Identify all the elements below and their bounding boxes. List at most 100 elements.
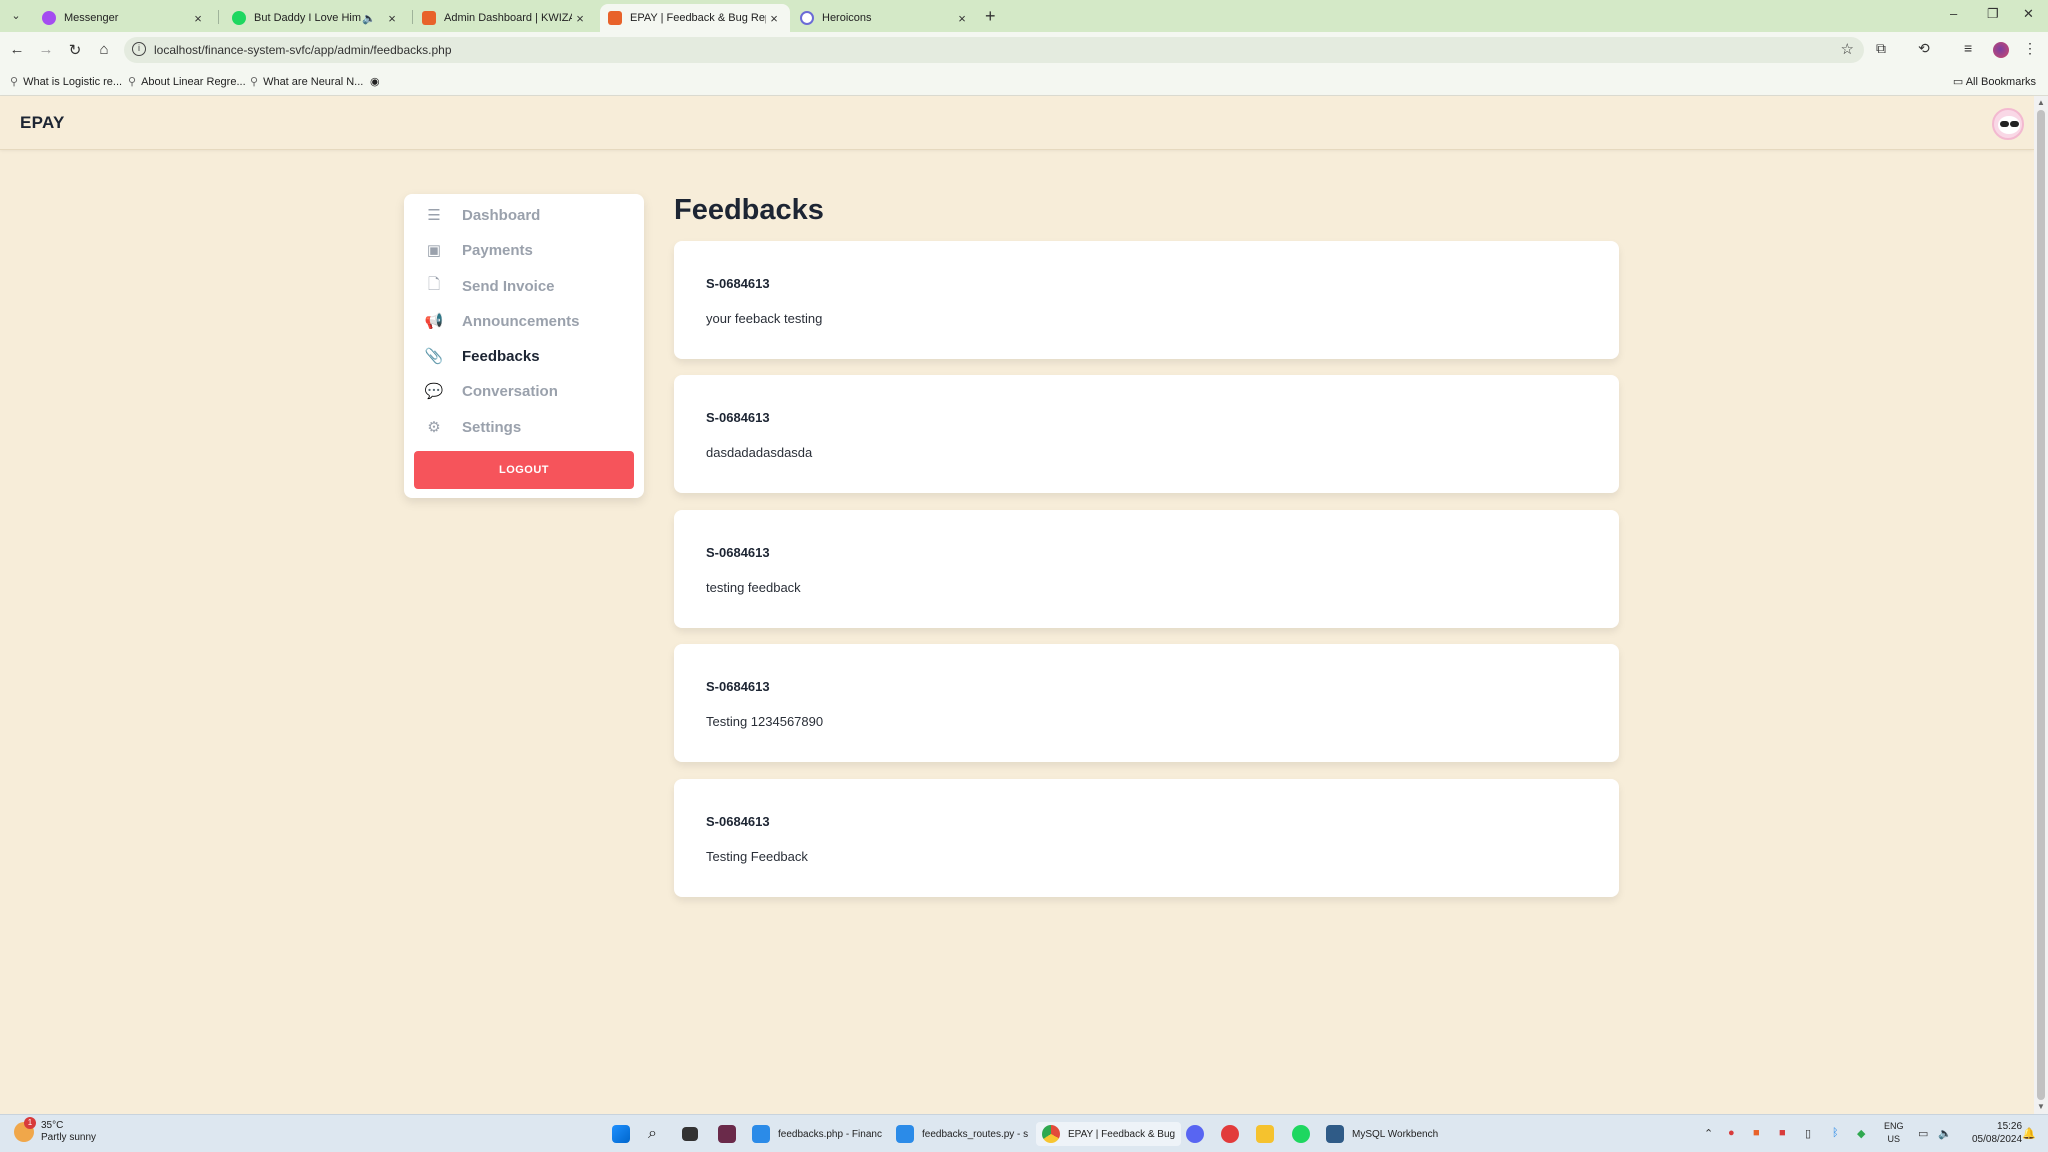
forward-icon[interactable]: →: [37, 41, 55, 58]
logout-button[interactable]: LOGOUT: [414, 451, 634, 489]
extensions-icon[interactable]: ⧉: [1876, 40, 1886, 57]
task-view-button[interactable]: [682, 1122, 706, 1146]
feedback-card: S-0684613 dasdadadasdasda: [674, 375, 1619, 493]
volume-icon[interactable]: 🔈: [1938, 1127, 1952, 1140]
vscode-icon: [752, 1125, 770, 1143]
sidebar-item-feedbacks[interactable]: 📎 Feedbacks: [404, 341, 644, 371]
scrollbar-thumb[interactable]: [2037, 110, 2045, 1100]
taskbar-app-label: feedbacks_routes.py - s: [922, 1128, 1029, 1140]
folder-icon: [1256, 1125, 1274, 1143]
bookmark-item[interactable]: ⚲ What are Neural N...: [250, 75, 363, 89]
more-menu-icon[interactable]: ⋮: [2023, 40, 2037, 57]
taskbar-app-chrome[interactable]: EPAY | Feedback & Bug: [1036, 1122, 1182, 1146]
taskbar-app-mysql[interactable]: MySQL Workbench: [1326, 1122, 1438, 1146]
all-bookmarks-label: All Bookmarks: [1965, 76, 2036, 88]
sidebar-item-announcements[interactable]: 📢 Announcements: [404, 306, 644, 336]
sidebar-item-label: Settings: [462, 418, 522, 436]
browser-tab[interactable]: Admin Dashboard | KWIZANIA ×: [414, 4, 596, 32]
feedback-message: your feeback testing: [706, 311, 823, 326]
system-clock[interactable]: 15:26 05/08/2024: [1972, 1120, 2022, 1146]
history-icon[interactable]: ⟲: [1918, 40, 1930, 57]
user-avatar[interactable]: [1992, 108, 2024, 140]
clock-date: 05/08/2024: [1972, 1134, 2023, 1145]
scroll-down-icon[interactable]: ▼: [2037, 1102, 2045, 1111]
sidebar-item-label: Dashboard: [462, 206, 541, 224]
tab-title: But Daddy I Love Him • Ta: [254, 12, 362, 24]
reload-icon[interactable]: ↻: [66, 41, 84, 59]
all-bookmarks[interactable]: ▭ All Bookmarks: [1953, 75, 2036, 88]
tab-search-icon[interactable]: ⌄: [8, 8, 24, 24]
taskbar-app-vscode[interactable]: feedbacks.php - Financ: [752, 1122, 882, 1146]
feedback-card: S-0684613 Testing 1234567890: [674, 644, 1619, 762]
browser-tab[interactable]: Messenger ×: [34, 4, 214, 32]
taskbar-app-explorer[interactable]: [1256, 1122, 1282, 1146]
restore-icon[interactable]: ❐: [1987, 6, 1999, 22]
os-taskbar: 1 35°C Partly sunny ⌕ feedbacks.php - Fi…: [0, 1114, 2048, 1152]
web-page: EPAY ☰ Dashboard ▣ Payments 🗋 Send Invoi…: [0, 96, 2034, 1114]
page-scrollbar[interactable]: ▲ ▼: [2034, 96, 2048, 1114]
taskbar-app-discord[interactable]: [1186, 1122, 1212, 1146]
browser-tab[interactable]: Heroicons ×: [792, 4, 978, 32]
taskbar-app-recorder[interactable]: [1221, 1122, 1247, 1146]
tab-title: EPAY | Feedback & Bug Report: [630, 12, 766, 24]
taskbar-app-vim[interactable]: [718, 1122, 744, 1146]
scroll-up-icon[interactable]: ▲: [2037, 98, 2045, 107]
heroicons-icon: [800, 11, 814, 25]
tray-pdf-icon[interactable]: ■: [1779, 1127, 1786, 1139]
taskbar-app-vscode[interactable]: feedbacks_routes.py - s: [896, 1122, 1028, 1146]
notification-badge: 1: [24, 1117, 36, 1129]
speaker-icon[interactable]: 🔈: [362, 12, 376, 25]
url-text[interactable]: localhost/finance-system-svfc/app/admin/…: [154, 43, 452, 57]
home-icon[interactable]: ⌂: [95, 41, 113, 58]
sidebar-item-dashboard[interactable]: ☰ Dashboard: [404, 200, 644, 230]
tray-usb-icon[interactable]: ▯: [1805, 1127, 1811, 1140]
tray-security-icon[interactable]: ◆: [1857, 1127, 1865, 1140]
browser-tab[interactable]: But Daddy I Love Him • Ta 🔈 ×: [224, 4, 408, 32]
taskbar-app-label: MySQL Workbench: [1352, 1128, 1439, 1140]
brand-logo[interactable]: EPAY: [20, 113, 65, 133]
bookmark-item[interactable]: ⚲ What is Logistic re...: [10, 75, 122, 89]
spotify-icon: [1292, 1125, 1310, 1143]
sidebar-item-settings[interactable]: ⚙ Settings: [404, 412, 644, 442]
app-header: EPAY: [0, 96, 2034, 150]
tray-app-icon[interactable]: ■: [1753, 1127, 1760, 1139]
start-button[interactable]: [612, 1122, 638, 1146]
taskbar-app-spotify[interactable]: [1292, 1122, 1318, 1146]
close-icon[interactable]: ×: [954, 11, 970, 26]
close-icon[interactable]: ×: [572, 11, 588, 26]
language-indicator[interactable]: ENG US: [1884, 1120, 1904, 1146]
sidebar-item-send-invoice[interactable]: 🗋 Send Invoice: [404, 271, 644, 301]
close-window-icon[interactable]: ✕: [2023, 6, 2034, 22]
address-bar[interactable]: i localhost/finance-system-svfc/app/admi…: [124, 37, 1864, 63]
messenger-icon: [42, 11, 56, 25]
bookmark-star-icon[interactable]: ☆: [1841, 40, 1854, 58]
media-control-icon[interactable]: ≡: [1964, 40, 1972, 56]
close-icon[interactable]: ×: [384, 11, 400, 26]
tray-mic-icon[interactable]: ●: [1728, 1127, 1735, 1139]
site-info-icon[interactable]: i: [132, 42, 146, 56]
bookmark-item[interactable]: ⚲ About Linear Regre...: [128, 75, 246, 89]
notification-bell-icon[interactable]: 🔔: [2022, 1127, 2036, 1140]
feedback-student-id: S-0684613: [706, 545, 770, 560]
bookmark-item[interactable]: ◉: [370, 75, 385, 88]
new-tab-icon[interactable]: +: [985, 6, 996, 27]
weather-widget[interactable]: 1 35°C Partly sunny: [14, 1117, 96, 1144]
tray-chevron-icon[interactable]: ⌃: [1704, 1127, 1713, 1140]
search-button[interactable]: ⌕: [648, 1122, 657, 1146]
network-icon[interactable]: ▭: [1918, 1127, 1928, 1140]
browser-profile-avatar[interactable]: [1993, 42, 2009, 58]
browser-tab-active[interactable]: EPAY | Feedback & Bug Report ×: [600, 4, 790, 32]
bluetooth-icon[interactable]: ᛒ: [1832, 1127, 1839, 1139]
discord-icon: [1186, 1125, 1204, 1143]
close-icon[interactable]: ×: [766, 11, 782, 26]
back-icon[interactable]: ←: [8, 41, 26, 58]
sidebar-item-label: Send Invoice: [462, 277, 555, 295]
sidebar-item-conversation[interactable]: 💬 Conversation: [404, 376, 644, 406]
sidebar-item-payments[interactable]: ▣ Payments: [404, 235, 644, 265]
tab-title: Admin Dashboard | KWIZANIA: [444, 12, 572, 24]
bookmark-icon: ⚲: [250, 76, 259, 88]
minimize-icon[interactable]: –: [1950, 6, 1957, 21]
search-icon: ⌕: [648, 1125, 657, 1142]
close-icon[interactable]: ×: [190, 11, 206, 26]
site-favicon-icon: [422, 11, 436, 25]
